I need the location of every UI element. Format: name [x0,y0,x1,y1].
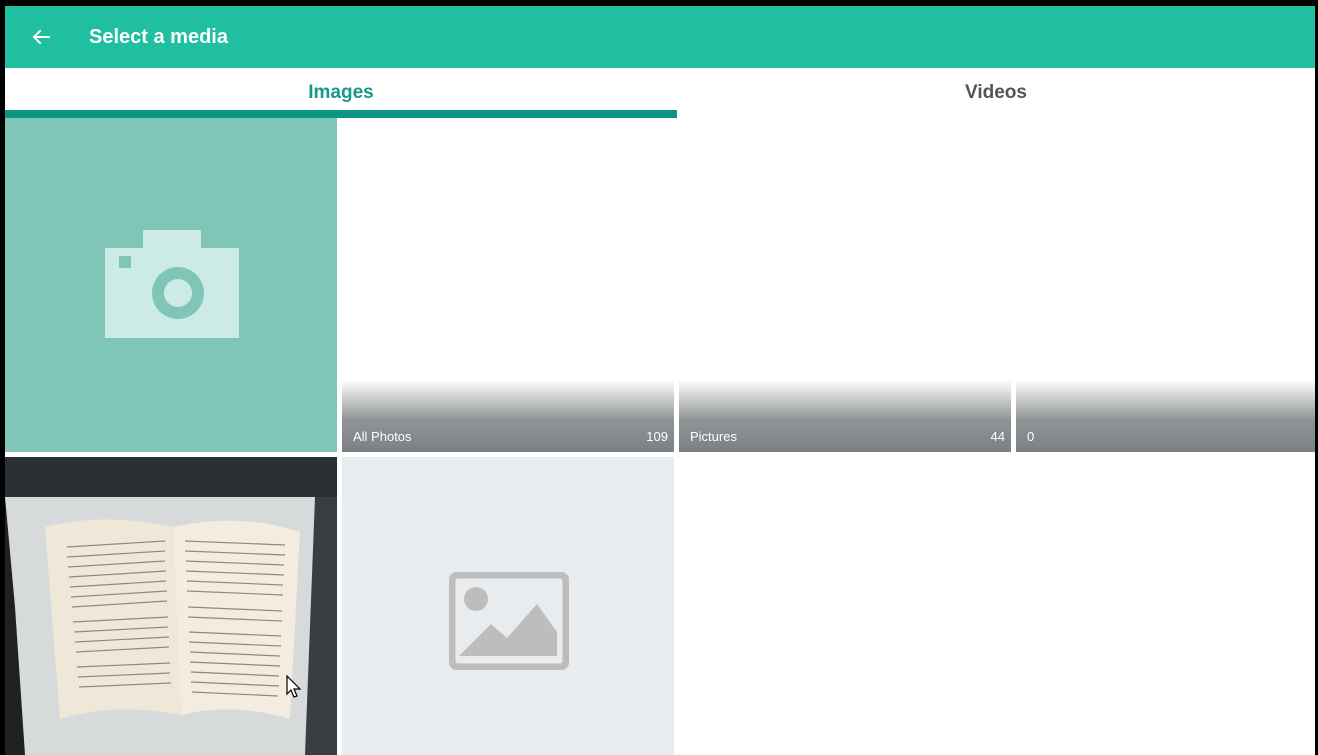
album-tile-all-photos[interactable]: All Photos 109 [342,120,674,452]
tab-indicator [5,110,677,118]
mouse-cursor-icon [286,675,302,698]
tab-videos[interactable]: Videos [677,68,1315,118]
photo-tile-book[interactable] [5,457,337,755]
album-caption-bar [1016,380,1315,452]
back-button[interactable] [27,23,55,51]
app-bar: Select a media [5,6,1315,68]
arrow-left-icon [32,29,50,45]
app-window: Select a media Images Videos All Photos … [5,6,1315,755]
book-photo [5,457,337,755]
album-count: 109 [646,429,668,444]
image-placeholder-icon [449,572,569,670]
album-count: 44 [990,429,1005,444]
camera-icon [105,230,239,338]
album-name: 0 [1027,429,1035,444]
media-grid: All Photos 109 Pictures 44 0 [5,118,1315,755]
camera-tile[interactable] [5,118,337,452]
album-name: All Photos [353,429,412,444]
album-name: Pictures [690,429,737,444]
album-tile-pictures[interactable]: Pictures 44 [679,120,1011,452]
album-tile-0[interactable]: 0 [1016,120,1315,452]
page-title: Select a media [89,26,228,48]
placeholder-tile[interactable] [342,457,674,755]
